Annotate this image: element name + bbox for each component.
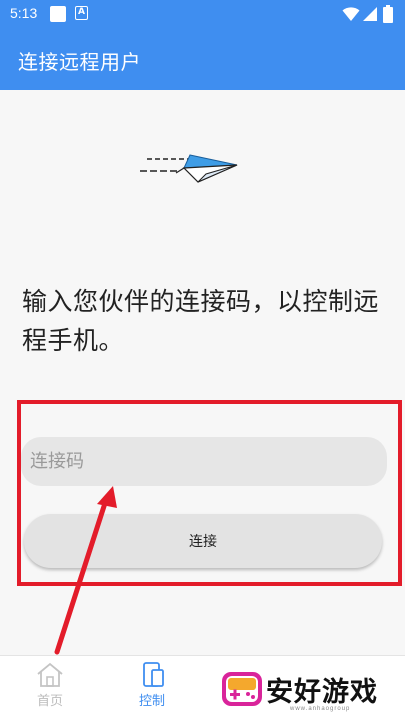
- watermark-subtext: www.anhaogroup: [290, 706, 351, 712]
- battery-icon: [383, 5, 393, 23]
- notification-square-icon: [50, 6, 66, 22]
- nav-item-control[interactable]: 控制: [122, 662, 182, 717]
- annotation-arrow: [54, 486, 117, 655]
- home-icon: [37, 662, 63, 687]
- watermark-text: 安好游戏: [266, 677, 378, 708]
- instruction-text: 输入您伙伴的连接码，以控制远程手机。: [22, 287, 380, 355]
- connection-code-input[interactable]: [21, 437, 387, 486]
- nav-label-control: 控制: [138, 694, 165, 709]
- cell-signal-icon: [363, 7, 377, 21]
- notification-a-icon: A: [75, 6, 88, 20]
- watermark: 安好游戏 www.anhaogroup: [220, 664, 405, 720]
- phone-control-icon: [143, 662, 164, 687]
- app-bar: 连接远程用户: [0, 30, 405, 90]
- nav-label-home: 首页: [36, 694, 63, 709]
- gamepad-logo-icon: [222, 672, 262, 706]
- wifi-icon: [342, 7, 360, 21]
- connect-button[interactable]: 连接: [24, 514, 382, 568]
- page-title: 连接远程用户: [18, 50, 141, 74]
- status-bar: 5:13 A: [0, 0, 405, 30]
- nav-item-home[interactable]: 首页: [20, 662, 80, 717]
- paper-plane-icon: [140, 154, 238, 183]
- status-time: 5:13: [10, 5, 38, 21]
